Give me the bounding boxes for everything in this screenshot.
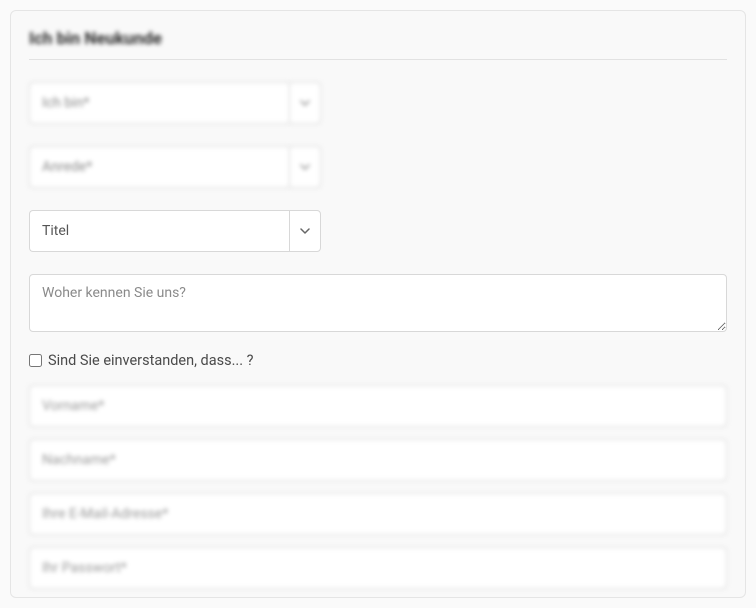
title-select[interactable]: Titel — [29, 210, 321, 252]
customer-type-toggle[interactable] — [289, 82, 321, 124]
how-known-textarea[interactable] — [29, 274, 727, 332]
salutation-toggle[interactable] — [289, 146, 321, 188]
lastname-input[interactable] — [29, 439, 727, 481]
customer-type-select[interactable]: Ich bin* — [29, 82, 321, 124]
salutation-select[interactable]: Anrede* — [29, 146, 321, 188]
chevron-down-icon — [300, 226, 310, 236]
chevron-down-icon — [300, 162, 310, 172]
consent-row: Sind Sie einverstanden, dass... ? — [29, 352, 727, 369]
firstname-input[interactable] — [29, 385, 727, 427]
title-display[interactable]: Titel — [29, 210, 289, 252]
consent-checkbox[interactable] — [29, 354, 42, 367]
chevron-down-icon — [300, 98, 310, 108]
customer-type-display[interactable]: Ich bin* — [29, 82, 289, 124]
email-input[interactable] — [29, 493, 727, 535]
divider — [29, 59, 727, 60]
new-customer-form: Ich bin Neukunde Ich bin* Anrede* Titel … — [10, 10, 746, 598]
title-toggle[interactable] — [289, 210, 321, 252]
password-input[interactable] — [29, 547, 727, 589]
consent-label: Sind Sie einverstanden, dass... ? — [48, 352, 254, 369]
form-heading: Ich bin Neukunde — [29, 29, 727, 49]
salutation-display[interactable]: Anrede* — [29, 146, 289, 188]
